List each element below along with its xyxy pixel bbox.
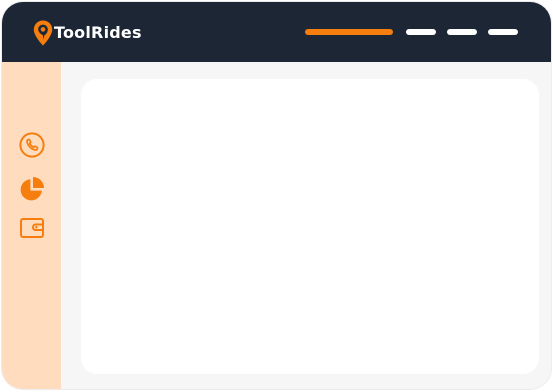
sidebar-item-wallet[interactable] — [19, 215, 45, 241]
top-navigation-bar: ToolRides — [2, 2, 551, 62]
main-content-panel — [81, 79, 539, 374]
app-window: ToolRides — [1, 1, 552, 390]
brand-name: ToolRides — [54, 23, 142, 42]
nav-item-4[interactable] — [488, 29, 518, 35]
nav-item-2[interactable] — [406, 29, 436, 35]
nav-item-1[interactable] — [305, 29, 393, 35]
phone-icon — [19, 132, 45, 158]
sidebar — [2, 62, 61, 389]
brand-logo[interactable]: ToolRides — [33, 19, 142, 47]
location-pin-icon — [33, 20, 53, 46]
main-nav — [305, 29, 518, 35]
pie-chart-icon — [20, 177, 44, 201]
wallet-icon — [20, 218, 44, 238]
sidebar-item-analytics[interactable] — [19, 176, 45, 202]
nav-item-3[interactable] — [447, 29, 477, 35]
sidebar-item-phone[interactable] — [19, 132, 45, 158]
